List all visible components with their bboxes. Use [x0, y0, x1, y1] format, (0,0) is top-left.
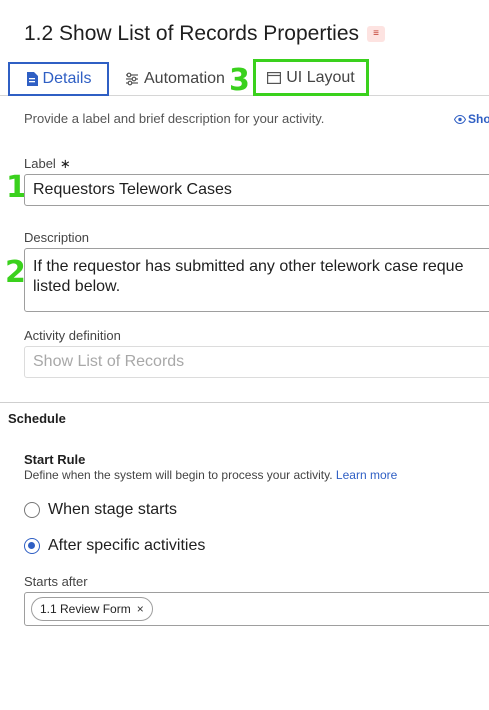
title-row: 1.2 Show List of Records Properties ≡ — [24, 22, 385, 46]
radio-circle[interactable] — [24, 502, 40, 518]
activity-definition-placeholder: Show List of Records — [33, 353, 185, 370]
activity-chip[interactable]: 1.1 Review Form × — [31, 597, 153, 621]
annotation-marker-3: 3 — [229, 63, 250, 98]
show-link-label: Sho — [468, 112, 489, 126]
learn-more-link[interactable]: Learn more — [336, 468, 397, 482]
close-icon[interactable]: × — [137, 602, 144, 616]
start-rule-desc-text: Define when the system will begin to pro… — [24, 468, 333, 482]
description-value: If the requestor has submitted any other… — [33, 258, 464, 295]
label-field-label-text: Label — [24, 156, 56, 171]
activity-chip-label: 1.1 Review Form — [40, 602, 131, 616]
tab-details-label: Details — [42, 70, 92, 87]
radio-after-specific-activities[interactable]: After specific activities — [24, 537, 205, 555]
start-rule-title: Start Rule — [24, 452, 86, 467]
tab-ui-layout-label: UI Layout — [286, 68, 355, 86]
starts-after-label: Starts after — [24, 574, 88, 589]
schedule-section-title: Schedule — [8, 411, 66, 426]
radio-after-specific-activities-label: After specific activities — [48, 537, 206, 554]
list-icon[interactable]: ≡ — [367, 26, 385, 42]
label-field-label: Label ∗ — [24, 156, 71, 172]
page-title: 1.2 Show List of Records Properties — [24, 22, 359, 45]
label-input[interactable]: Requestors Telework Cases — [24, 174, 489, 206]
tab-automation[interactable]: Automation — [125, 62, 225, 95]
description-field-label: Description — [24, 230, 90, 245]
document-icon — [26, 72, 38, 86]
radio-when-stage-starts-label: When stage starts — [48, 501, 177, 518]
description-textarea[interactable]: If the requestor has submitted any other… — [24, 248, 489, 312]
intro-text: Provide a label and brief description fo… — [24, 111, 325, 126]
tab-details[interactable]: Details — [8, 62, 109, 96]
label-input-value: Requestors Telework Cases — [33, 181, 232, 198]
radio-when-stage-starts[interactable]: When stage starts — [24, 501, 177, 519]
section-divider — [0, 402, 489, 403]
sliders-icon — [126, 72, 138, 85]
eye-icon — [454, 114, 466, 124]
activity-definition-label: Activity definition — [24, 328, 121, 343]
annotation-marker-2: 2 — [5, 255, 26, 290]
starts-after-input[interactable]: 1.1 Review Form × — [24, 592, 489, 626]
start-rule-description: Define when the system will begin to pro… — [24, 468, 397, 482]
activity-definition-field: Show List of Records — [24, 346, 489, 378]
tab-automation-label: Automation — [144, 69, 225, 87]
radio-circle-checked[interactable] — [24, 538, 40, 554]
tab-ui-layout[interactable]: UI Layout — [253, 59, 369, 96]
show-link[interactable]: Sho — [454, 112, 489, 126]
layout-icon — [267, 71, 282, 84]
required-mark: ∗ — [59, 156, 71, 171]
